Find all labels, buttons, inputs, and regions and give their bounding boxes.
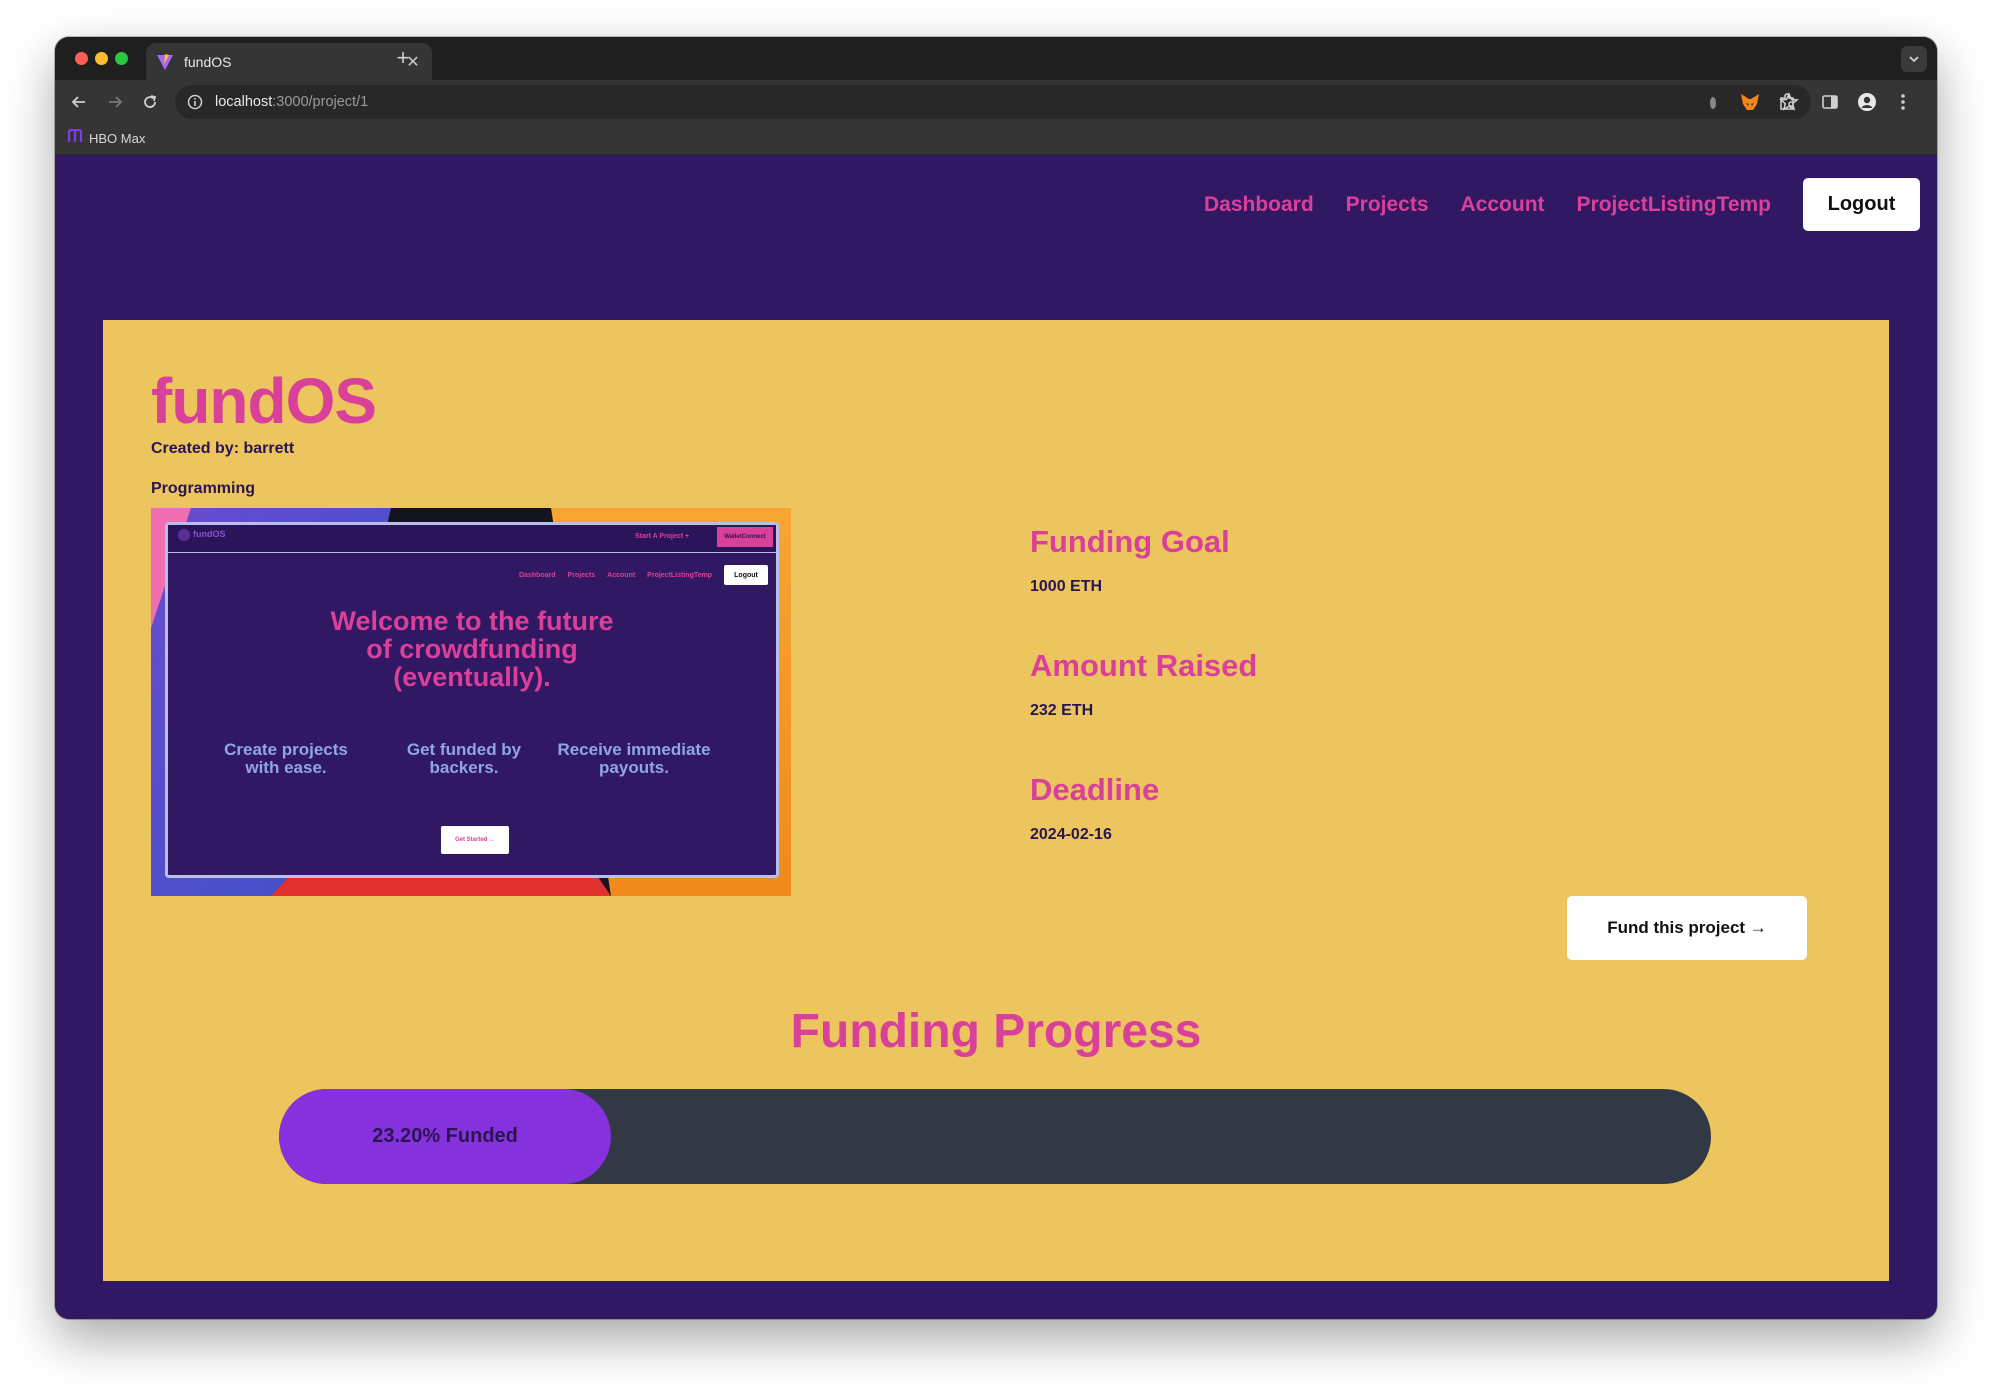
thumbnail-headline-line: (eventually). [393,662,551,692]
funding-progress-bar: 23.20% Funded [279,1089,1711,1184]
thumbnail-logo-icon [178,529,190,541]
tab-strip: fundOS ✕ + [55,37,1937,80]
thumbnail-feature-line: backers. [429,758,499,777]
project-image: fundOS Start A Project + WalletConnect D… [151,508,791,896]
thumbnail-headline-line: Welcome to the future [330,606,614,636]
minimize-window-button[interactable] [95,52,108,65]
thumbnail-feature: Get funded by backers. [396,741,532,777]
more-menu-icon[interactable] [1891,90,1915,114]
thumbnail-brand: fundOS [193,529,226,539]
bookmarks-bar: HBO Max [55,123,1937,155]
thumbnail-headline-line: of crowdfunding [366,634,578,664]
project-stats: Funding Goal 1000 ETH Amount Raised 232 … [1030,524,1257,896]
project-creator: Created by: barrett [151,440,295,457]
forward-button[interactable] [102,89,128,115]
extension-icon[interactable] [1701,90,1725,114]
logout-button[interactable]: Logout [1803,178,1920,231]
maximize-window-button[interactable] [115,52,128,65]
nav-link-account[interactable]: Account [1461,193,1545,217]
thumbnail-get-started-button: Get Started → [441,826,509,854]
bookmark-label: HBO Max [89,131,146,146]
fund-project-button[interactable]: Fund this project → [1567,896,1807,960]
side-panel-icon[interactable] [1818,90,1842,114]
stat-value: 2024-02-16 [1030,826,1112,843]
metamask-fox-icon[interactable] [1738,90,1762,114]
thumbnail-headline: Welcome to the future of crowdfunding (e… [168,607,776,691]
close-window-button[interactable] [75,52,88,65]
url-host: localhost [215,94,273,110]
hbo-max-logo-icon [67,128,83,148]
thumbnail-feature-line: payouts. [599,758,669,777]
back-button[interactable] [66,89,92,115]
funding-progress-text: 23.20% Funded [372,1125,518,1147]
project-card: fundOS Created by: barrett Programming f… [103,320,1889,1281]
bookmark-hbo-max[interactable]: HBO Max [67,128,146,148]
arrow-right-icon [109,96,123,108]
project-title: fundOS [151,365,377,437]
browser-window: fundOS ✕ + localhost:3000/project/1 HBO… [55,37,1937,1319]
thumbnail-header: fundOS Start A Project + WalletConnect [168,525,776,553]
stat-value: 1000 ETH [1030,578,1103,595]
tab-search-button[interactable] [1901,46,1927,72]
thumbnail-screen: fundOS Start A Project + WalletConnect D… [165,522,779,878]
stat-label: Amount Raised [1030,648,1258,683]
stat-label: Funding Goal [1030,524,1230,559]
thumbnail-nav-dashboard: Dashboard [518,571,556,579]
reload-icon [144,95,157,108]
nav-link-projects[interactable]: Projects [1346,193,1429,217]
thumbnail-nav-account: Account [607,571,636,579]
thumbnail-nav-projects: Projects [567,571,596,579]
stat-deadline: Deadline 2024-02-16 [1030,772,1257,896]
nav-link-dashboard[interactable]: Dashboard [1204,193,1314,217]
chevron-down-icon [1909,56,1919,63]
thumbnail-feature: Receive immediate payouts. [544,741,724,777]
stat-amount-raised: Amount Raised 232 ETH [1030,648,1257,772]
address-bar[interactable]: localhost:3000/project/1 [175,85,1811,119]
stat-label: Deadline [1030,772,1160,807]
project-category: Programming [151,480,256,497]
thumbnail-feature-line: Receive immediate [557,740,711,759]
site-info-icon[interactable] [187,94,203,110]
thumbnail-nav-project-listing: ProjectListingTemp [647,571,712,579]
reload-button[interactable] [137,89,163,115]
new-tab-button[interactable]: + [389,45,417,73]
top-nav: Dashboard Projects Account ProjectListin… [1204,178,1920,231]
thumbnail-feature-line: Create projects [224,740,348,759]
thumbnail-feature-line: with ease. [245,758,327,777]
stat-funding-goal: Funding Goal 1000 ETH [1030,524,1257,648]
page-content: Dashboard Projects Account ProjectListin… [55,156,1937,1319]
extensions-puzzle-icon[interactable] [1775,90,1799,114]
nav-link-project-listing-temp[interactable]: ProjectListingTemp [1577,193,1771,217]
thumbnail-start-project: Start A Project + [635,533,690,540]
thumbnail-wallet-button: WalletConnect [717,527,773,547]
thumbnail-logout-button: Logout [724,565,768,585]
arrow-left-icon [71,96,85,108]
browser-toolbar: localhost:3000/project/1 [55,80,1937,123]
funding-progress-fill: 23.20% Funded [279,1089,612,1184]
profile-avatar-icon[interactable] [1855,90,1879,114]
vite-favicon-icon [156,53,174,71]
stat-value: 232 ETH [1030,702,1094,719]
thumbnail-nav: Dashboard Projects Account ProjectListin… [519,565,768,585]
url-path: :3000/project/1 [272,94,369,110]
tab-title: fundOS [184,53,232,70]
thumbnail-feature-line: Get funded by [406,740,522,759]
funding-progress-title: Funding Progress [790,1005,1202,1058]
thumbnail-feature: Create projects with ease. [218,741,354,777]
